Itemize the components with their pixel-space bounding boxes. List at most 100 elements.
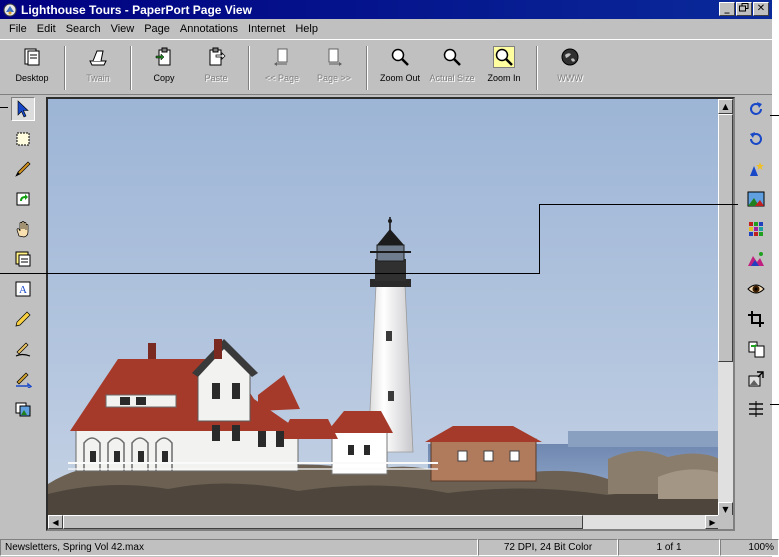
rotate-left-icon [749, 132, 762, 145]
arrow-pointer-icon [17, 100, 29, 118]
crop-tool[interactable] [744, 307, 768, 331]
vertical-scroll-thumb[interactable] [718, 114, 733, 362]
menu-view[interactable]: View [106, 23, 140, 35]
horizontal-scroll-thumb[interactable] [63, 515, 583, 529]
www-button[interactable]: WWW [544, 46, 596, 90]
highlighter-arrow-icon [16, 372, 32, 388]
color-grid-icon [748, 222, 763, 236]
desktop-label: Desktop [15, 73, 49, 83]
application-window: Lighthouse Tours - PaperPort Page View _… [0, 0, 772, 557]
pointer-tool[interactable] [11, 97, 35, 121]
horizontal-scrollbar[interactable]: ◀ ▶ [48, 515, 720, 529]
previous-page-button[interactable]: << Page [256, 46, 308, 90]
close-button[interactable]: ✕ [753, 2, 769, 16]
toolbar-separator [366, 46, 368, 90]
color-balance-tool[interactable] [744, 247, 768, 271]
color-landscape-icon [747, 191, 764, 207]
toolbar-separator [64, 46, 66, 90]
freehand-tool[interactable] [11, 337, 35, 361]
pen-icon [15, 161, 31, 177]
minimize-button[interactable]: _ [719, 2, 735, 16]
svg-text:A: A [19, 284, 27, 296]
highlighter-arrow-tool[interactable] [11, 367, 35, 391]
copy-image-tool[interactable] [744, 337, 768, 361]
menu-page[interactable]: Page [139, 23, 175, 35]
status-resolution: 72 DPI, 24 Bit Color [478, 539, 618, 556]
restore-button[interactable] [736, 2, 752, 16]
red-eye-icon [746, 284, 765, 294]
callout-line [539, 204, 540, 274]
next-page-label: Page >> [316, 73, 352, 83]
desktop-button[interactable]: Desktop [6, 46, 58, 90]
annotation-toolbar: A [6, 97, 40, 537]
paste-clipboard-icon [205, 46, 227, 68]
copy-button[interactable]: Copy [138, 46, 190, 90]
text-box-icon: A [15, 281, 31, 297]
copy-clipboard-icon [153, 46, 175, 68]
rotate-right-icon [749, 102, 762, 115]
window-title: Lighthouse Tours - PaperPort Page View [21, 2, 252, 17]
globe-icon [559, 46, 581, 68]
twain-button[interactable]: Twain [72, 46, 124, 90]
scroll-left-button[interactable]: ◀ [48, 515, 63, 529]
twain-label: Twain [86, 73, 110, 83]
straighten-tool[interactable] [744, 397, 768, 421]
callout-line [770, 115, 779, 116]
color-grid-tool[interactable] [744, 217, 768, 241]
pen-tool[interactable] [11, 157, 35, 181]
export-image-tool[interactable] [744, 367, 768, 391]
menu-bar: File Edit Search View Page Annotations I… [0, 19, 772, 39]
note-icon [15, 251, 31, 267]
next-page-button[interactable]: Page >> [308, 46, 360, 90]
rotate-right-tool[interactable] [744, 97, 768, 121]
zoom-in-button[interactable]: Zoom In [478, 46, 530, 90]
scrollbar-corner [718, 515, 733, 529]
page-view-canvas[interactable]: ▲ ▼ ◀ ▶ [46, 97, 735, 531]
selection-rectangle-icon [16, 132, 30, 146]
previous-page-icon [271, 46, 293, 68]
vertical-scrollbar[interactable]: ▲ ▼ [718, 99, 733, 517]
callout-line [539, 204, 738, 205]
scanner-icon [87, 46, 109, 68]
color-balance-icon [747, 252, 764, 266]
text-box-tool[interactable]: A [11, 277, 35, 301]
toolbar-separator [130, 46, 132, 90]
rotate-page-tool[interactable] [11, 187, 35, 211]
menu-edit[interactable]: Edit [32, 23, 61, 35]
scroll-up-button[interactable]: ▲ [718, 99, 733, 114]
menu-help[interactable]: Help [290, 23, 323, 35]
menu-file[interactable]: File [4, 23, 32, 35]
copy-to-clipboard-icon [748, 341, 764, 358]
title-bar[interactable]: Lighthouse Tours - PaperPort Page View _… [0, 0, 772, 19]
paperport-app-icon [3, 3, 17, 17]
rotate-left-tool[interactable] [744, 127, 768, 151]
color-adjust-tool[interactable] [744, 187, 768, 211]
note-tool[interactable] [11, 247, 35, 271]
zoom-out-button[interactable]: Zoom Out [374, 46, 426, 90]
menu-internet[interactable]: Internet [243, 23, 290, 35]
hand-tool[interactable] [11, 217, 35, 241]
zoom-in-magnifier-icon [493, 46, 515, 68]
previous-page-label: << Page [264, 73, 300, 83]
next-page-icon [323, 46, 345, 68]
menu-annotations[interactable]: Annotations [175, 23, 243, 35]
copy-label: Copy [153, 73, 175, 83]
picture-stamp-tool[interactable] [11, 397, 35, 421]
callout-line [0, 273, 540, 274]
selection-tool[interactable] [11, 127, 35, 151]
callout-line [770, 404, 779, 405]
enhance-tool[interactable] [744, 157, 768, 181]
pencil-tool[interactable] [11, 307, 35, 331]
menu-search[interactable]: Search [61, 23, 106, 35]
crop-icon [747, 311, 764, 327]
straighten-icon [748, 401, 763, 417]
red-eye-tool[interactable] [744, 277, 768, 301]
status-document-name: Newsletters, Spring Vol 42.max [0, 539, 478, 556]
image-export-icon [748, 371, 764, 387]
actual-size-magnifier-icon [441, 46, 463, 68]
pencil-icon [15, 311, 31, 327]
actual-size-button[interactable]: Actual Size [426, 46, 478, 90]
hand-pan-icon [16, 221, 29, 238]
paste-button[interactable]: Paste [190, 46, 242, 90]
lighthouse-photo [48, 99, 720, 517]
